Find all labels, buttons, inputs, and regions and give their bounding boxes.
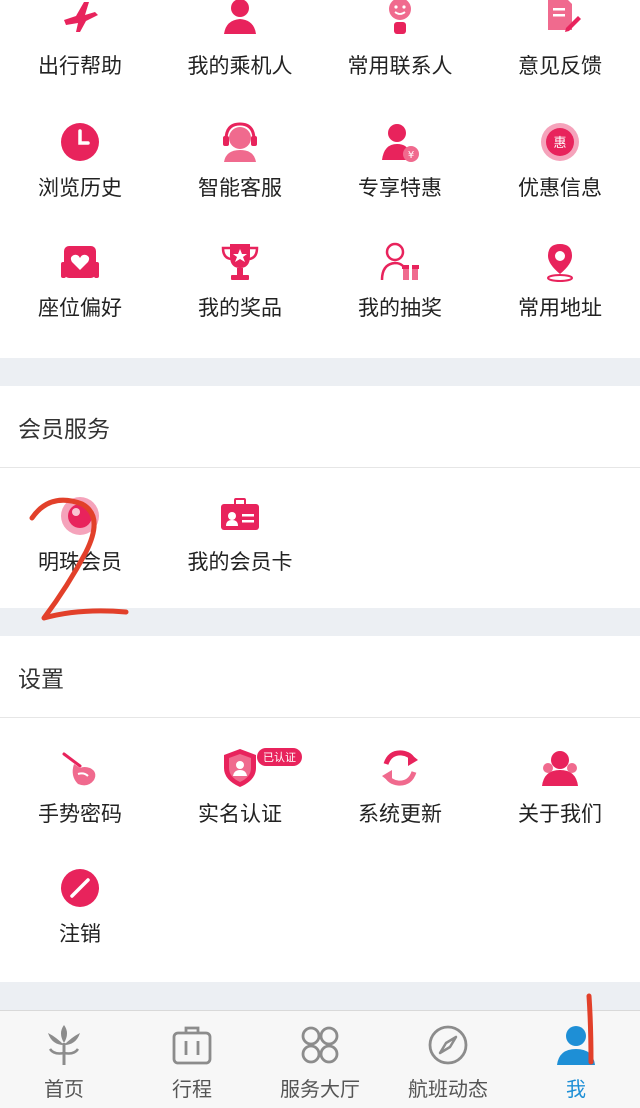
section-separator bbox=[0, 982, 640, 1010]
contact-icon bbox=[378, 0, 422, 38]
bottom-tab-bar: 首页 行程 服务大厅 航班动态 我 bbox=[0, 1010, 640, 1108]
service-label: 专享特惠 bbox=[358, 176, 442, 200]
service-label: 我的乘机人 bbox=[187, 54, 293, 78]
service-contacts[interactable]: 常用联系人 bbox=[320, 0, 480, 118]
setting-system-update[interactable]: 系统更新 bbox=[320, 746, 480, 866]
service-label: 常用地址 bbox=[518, 296, 602, 320]
luggage-icon bbox=[170, 1023, 214, 1067]
service-label: 我的抽奖 bbox=[358, 296, 442, 320]
feedback-icon bbox=[538, 0, 582, 38]
setting-label: 关于我们 bbox=[518, 802, 602, 826]
tab-label: 行程 bbox=[172, 1077, 212, 1101]
profile-icon bbox=[554, 1023, 598, 1067]
service-my-prizes[interactable]: 我的奖品 bbox=[160, 240, 320, 360]
service-label: 常用联系人 bbox=[347, 54, 453, 78]
service-travel-help[interactable]: 出行帮助 bbox=[0, 0, 160, 118]
service-my-lottery[interactable]: 我的抽奖 bbox=[320, 240, 480, 360]
exclusive-offer-icon: ¥ bbox=[378, 120, 422, 164]
member-label: 我的会员卡 bbox=[187, 550, 293, 574]
setting-label: 系统更新 bbox=[358, 802, 442, 826]
compass-icon bbox=[426, 1023, 470, 1067]
service-hall-icon bbox=[298, 1023, 342, 1067]
service-label: 我的奖品 bbox=[198, 296, 282, 320]
tab-itinerary[interactable]: 行程 bbox=[128, 1011, 256, 1108]
svg-text:惠: 惠 bbox=[553, 136, 566, 151]
tab-label: 航班动态 bbox=[408, 1077, 488, 1101]
services-row-3: 座位偏好 我的奖品 我的抽奖 常用地址 bbox=[0, 240, 640, 360]
service-label: 浏览历史 bbox=[38, 176, 122, 200]
setting-gesture-password[interactable]: 手势密码 bbox=[0, 746, 160, 866]
trophy-icon bbox=[218, 240, 262, 284]
member-pearl[interactable]: 明珠会员 bbox=[0, 494, 160, 614]
service-label: 意见反馈 bbox=[518, 54, 602, 78]
services-row-2: 浏览历史 智能客服 ¥ 专享特惠 惠 优惠信息 bbox=[0, 120, 640, 240]
setting-label: 注销 bbox=[59, 922, 101, 946]
headset-icon bbox=[218, 120, 262, 164]
tab-label: 服务大厅 bbox=[280, 1077, 360, 1101]
setting-label: 手势密码 bbox=[38, 802, 122, 826]
service-label: 优惠信息 bbox=[518, 176, 602, 200]
tab-me[interactable]: 我 bbox=[512, 1011, 640, 1108]
section-separator bbox=[0, 608, 640, 636]
pearl-member-icon bbox=[58, 494, 102, 538]
tab-label: 我 bbox=[566, 1077, 586, 1101]
setting-label: 实名认证 bbox=[198, 802, 282, 826]
logout-icon bbox=[58, 866, 102, 910]
location-pin-icon bbox=[538, 240, 582, 284]
settings-section: 设置 手势密码 已认证 实名认证 系统更新 关于我们 注销 bbox=[0, 636, 640, 986]
member-section-title: 会员服务 bbox=[0, 386, 640, 468]
service-label: 座位偏好 bbox=[38, 296, 122, 320]
clock-icon bbox=[58, 120, 102, 164]
tab-home[interactable]: 首页 bbox=[0, 1011, 128, 1108]
service-smart-support[interactable]: 智能客服 bbox=[160, 120, 320, 240]
service-label: 智能客服 bbox=[198, 176, 282, 200]
member-card-icon bbox=[218, 494, 262, 538]
gesture-icon bbox=[58, 746, 102, 790]
service-discount-info[interactable]: 惠 优惠信息 bbox=[480, 120, 640, 240]
verified-badge: 已认证 bbox=[257, 748, 302, 766]
seat-icon bbox=[58, 240, 102, 284]
service-feedback[interactable]: 意见反馈 bbox=[480, 0, 640, 118]
passenger-icon bbox=[218, 0, 262, 38]
service-addresses[interactable]: 常用地址 bbox=[480, 240, 640, 360]
svg-text:¥: ¥ bbox=[408, 150, 414, 161]
settings-section-title: 设置 bbox=[0, 636, 640, 718]
lottery-icon bbox=[378, 240, 422, 284]
airplane-icon bbox=[58, 0, 102, 38]
verified-shield-icon bbox=[218, 746, 262, 790]
setting-real-name[interactable]: 已认证 实名认证 bbox=[160, 746, 320, 866]
refresh-icon bbox=[378, 746, 422, 790]
service-exclusive-offers[interactable]: ¥ 专享特惠 bbox=[320, 120, 480, 240]
discount-badge-icon: 惠 bbox=[538, 120, 582, 164]
service-label: 出行帮助 bbox=[38, 54, 122, 78]
setting-logout[interactable]: 注销 bbox=[0, 866, 160, 986]
section-separator bbox=[0, 358, 640, 386]
tab-service-hall[interactable]: 服务大厅 bbox=[256, 1011, 384, 1108]
tab-flight-status[interactable]: 航班动态 bbox=[384, 1011, 512, 1108]
about-us-icon bbox=[538, 746, 582, 790]
home-logo-icon bbox=[42, 1023, 86, 1067]
service-my-passengers[interactable]: 我的乘机人 bbox=[160, 0, 320, 118]
member-card[interactable]: 我的会员卡 bbox=[160, 494, 320, 614]
service-browse-history[interactable]: 浏览历史 bbox=[0, 120, 160, 240]
tab-label: 首页 bbox=[44, 1077, 84, 1101]
member-section: 会员服务 明珠会员 我的会员卡 bbox=[0, 386, 640, 614]
member-label: 明珠会员 bbox=[38, 550, 122, 574]
service-seat-preference[interactable]: 座位偏好 bbox=[0, 240, 160, 360]
setting-about-us[interactable]: 关于我们 bbox=[480, 746, 640, 866]
